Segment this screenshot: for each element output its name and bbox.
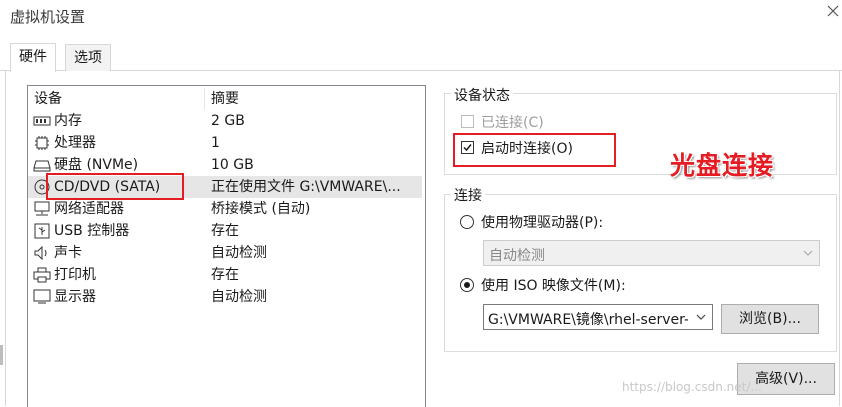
device-summary: 2 GB xyxy=(211,113,245,129)
device-name: 处理器 xyxy=(54,135,96,151)
device-row-network-adapter[interactable]: 网络适配器 桥接模式 (自动) xyxy=(28,198,422,220)
iso-path-value: G:\VMWARE\镜像\rhel-server- xyxy=(488,312,688,328)
device-name: 内存 xyxy=(54,113,82,129)
connected-label: 已连接(C) xyxy=(481,115,544,131)
connection-legend: 连接 xyxy=(451,185,485,205)
device-row-sound-card[interactable]: 声卡 自动检测 xyxy=(28,242,422,264)
hard-disk-icon xyxy=(33,160,51,172)
device-summary: 1 xyxy=(211,135,220,151)
device-row-display[interactable]: 显示器 自动检测 xyxy=(28,286,422,308)
device-list-header: 设备 摘要 xyxy=(28,88,422,110)
device-row-processor[interactable]: 处理器 1 xyxy=(28,132,422,154)
tab-hardware[interactable]: 硬件 xyxy=(10,43,56,72)
watermark: https://blog.csdn.net/... xyxy=(622,380,762,394)
tab-options[interactable]: 选项 xyxy=(65,44,111,71)
usb-icon xyxy=(34,223,50,239)
column-header-summary[interactable]: 摘要 xyxy=(211,88,239,108)
column-header-device[interactable]: 设备 xyxy=(34,88,62,108)
device-summary: 存在 xyxy=(211,223,239,239)
connected-checkbox[interactable] xyxy=(461,115,474,128)
iso-path-combobox[interactable]: G:\VMWARE\镜像\rhel-server- xyxy=(483,304,713,330)
device-summary: 自动检测 xyxy=(211,245,267,261)
window-title: 虚拟机设置 xyxy=(10,8,86,26)
chevron-down-icon[interactable] xyxy=(696,313,706,321)
annotation-text: 光盘连接 xyxy=(670,151,775,180)
device-summary: 存在 xyxy=(211,267,239,283)
highlight-box-connect-at-power-on xyxy=(453,133,616,167)
column-separator[interactable] xyxy=(204,88,205,110)
device-status-legend: 设备状态 xyxy=(451,85,513,105)
display-icon xyxy=(33,289,51,304)
browse-button[interactable]: 浏览(B)... xyxy=(721,304,819,334)
iso-image-label: 使用 ISO 映像文件(M): xyxy=(481,278,626,294)
physical-drive-label: 使用物理驱动器(P): xyxy=(481,215,604,231)
device-summary: 桥接模式 (自动) xyxy=(211,201,311,217)
device-name: 网络适配器 xyxy=(54,201,124,217)
physical-drive-radio[interactable] xyxy=(460,215,474,229)
memory-icon xyxy=(33,116,51,126)
device-row-printer[interactable]: 打印机 存在 xyxy=(28,264,422,286)
sound-card-icon xyxy=(34,245,47,261)
device-name: 声卡 xyxy=(54,245,82,261)
device-name: USB 控制器 xyxy=(54,223,130,239)
highlight-box-cd-dvd xyxy=(46,173,184,200)
device-summary: 10 GB xyxy=(211,157,254,173)
printer-icon xyxy=(33,267,51,283)
device-summary: 正在使用文件 G:\VMWARE\... xyxy=(211,179,401,195)
processor-icon xyxy=(35,136,49,150)
window-edge xyxy=(0,345,3,365)
device-name: 显示器 xyxy=(54,289,96,305)
iso-image-radio[interactable] xyxy=(460,278,474,292)
tab-bar xyxy=(0,44,842,71)
chevron-down-icon xyxy=(803,250,813,256)
close-icon[interactable] xyxy=(826,4,840,18)
device-row-memory[interactable]: 内存 2 GB xyxy=(28,110,422,132)
network-adapter-icon xyxy=(34,201,50,216)
physical-drive-dropdown-value: 自动检测 xyxy=(489,248,545,264)
device-row-usb-controller[interactable]: USB 控制器 存在 xyxy=(28,220,422,242)
physical-drive-dropdown[interactable]: 自动检测 xyxy=(483,240,820,266)
device-name: 打印机 xyxy=(54,267,96,283)
device-summary: 自动检测 xyxy=(211,289,267,305)
